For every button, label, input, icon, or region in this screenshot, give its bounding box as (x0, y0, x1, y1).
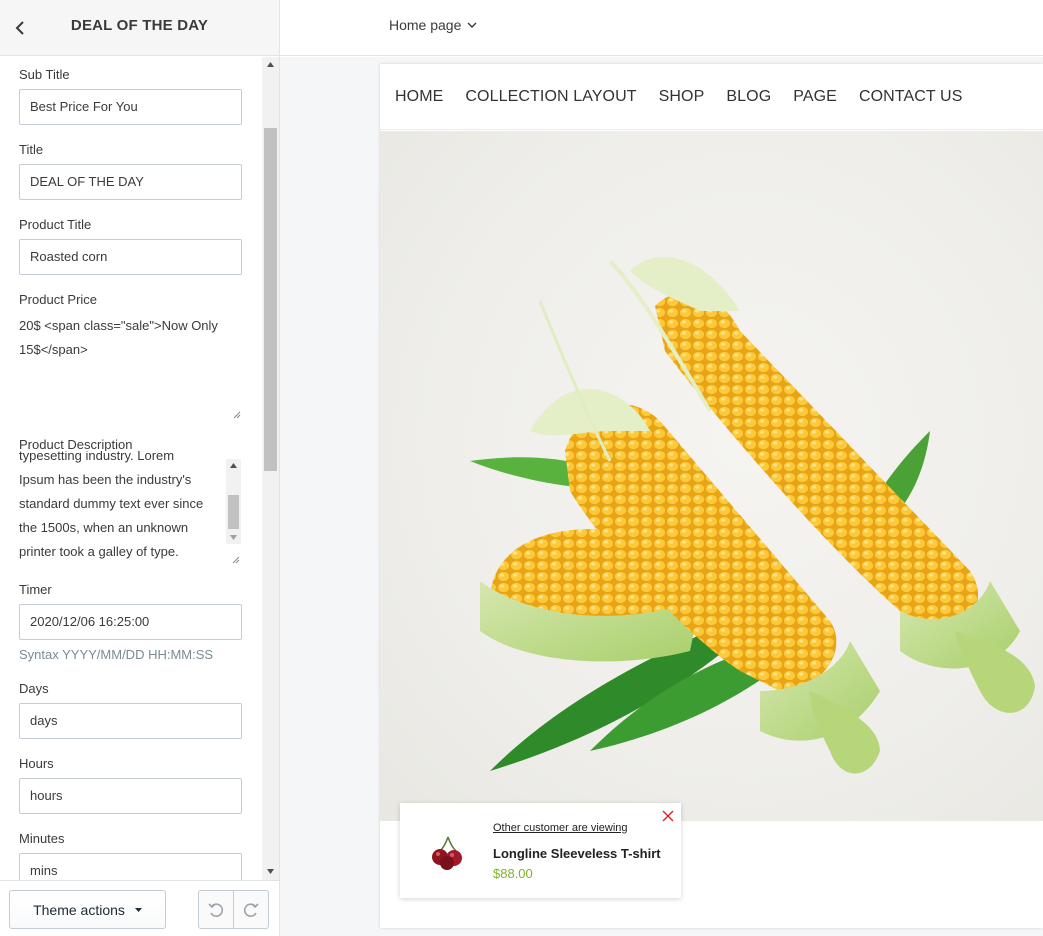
sidebar-title: DEAL OF THE DAY (70, 17, 209, 34)
title-input[interactable]: DEAL OF THE DAY (19, 164, 242, 200)
popup-viewing-link[interactable]: Other customer are viewing (493, 822, 628, 834)
timer-help-text: Syntax YYYY/MM/DD HH:MM:SS (19, 647, 214, 662)
product-price-line: 15$</span> (19, 342, 88, 357)
nav-item-contact-us[interactable]: CONTACT US (859, 88, 963, 106)
description-line: standard dummy text ever since (19, 496, 204, 511)
hero-banner (380, 131, 1043, 821)
scroll-up-icon[interactable] (230, 463, 237, 468)
description-line: typesetting industry. Lorem (19, 451, 175, 463)
popup-product-name[interactable]: Longline Sleeveless T-shirt (493, 846, 661, 861)
sidebar-scrollbar[interactable] (262, 57, 279, 880)
settings-form: Sub Title Best Price For You Title DEAL … (0, 57, 262, 880)
settings-sidebar: DEAL OF THE DAY Sub Title Best Price For… (0, 0, 280, 936)
minutes-input[interactable]: mins (19, 853, 242, 880)
editor-topbar: Home page (280, 0, 1043, 56)
chevron-down-icon (467, 22, 477, 28)
sidebar-scroll-thumb[interactable] (264, 128, 277, 471)
description-scroll-thumb[interactable] (228, 495, 239, 529)
close-icon[interactable] (661, 809, 675, 823)
page-select-label: Home page (389, 17, 462, 33)
cherry-product-image[interactable] (426, 829, 470, 873)
description-line: Ipsum has been the industry's (19, 472, 192, 487)
timer-label: Timer (19, 582, 52, 597)
minutes-label: Minutes (19, 831, 65, 846)
product-price-label: Product Price (19, 292, 98, 307)
page-select-dropdown[interactable]: Home page (389, 17, 477, 33)
chevron-left-icon (15, 21, 24, 35)
description-line: printer took a galley of type. (19, 544, 179, 559)
nav-item-page[interactable]: PAGE (793, 88, 837, 106)
product-price-line: 20$ <span class="sale">Now Only (19, 318, 218, 333)
undo-button[interactable] (199, 891, 234, 928)
scroll-down-button[interactable] (262, 864, 279, 878)
sub-title-input[interactable]: Best Price For You (19, 89, 242, 125)
hours-input[interactable]: hours (19, 778, 242, 814)
description-line: the 1500s, when an unknown (19, 520, 189, 535)
product-description-label: Product Description (19, 437, 133, 452)
storefront-preview: HOME COLLECTION LAYOUT SHOP BLOG PAGE CO… (380, 64, 1043, 928)
scroll-down-icon[interactable] (230, 535, 237, 540)
title-label: Title (19, 142, 44, 157)
popup-product-price: $88.00 (493, 866, 533, 881)
scroll-up-icon (267, 61, 274, 67)
product-description-textarea[interactable]: typesetting industry. Lorem Ipsum has be… (19, 451, 242, 566)
theme-actions-label: Theme actions (33, 901, 125, 918)
product-price-textarea[interactable]: 20$ <span class="sale">Now Only 15$</spa… (19, 314, 242, 421)
timer-input[interactable]: 2020/12/06 16:25:00 (19, 604, 242, 640)
nav-item-home[interactable]: HOME (395, 88, 443, 106)
caret-down-icon (134, 907, 142, 912)
corn-image (470, 256, 1035, 774)
resize-grip-icon[interactable] (232, 556, 240, 564)
nav-item-collection-layout[interactable]: COLLECTION LAYOUT (465, 88, 636, 106)
main-navigation: HOME COLLECTION LAYOUT SHOP BLOG PAGE CO… (380, 64, 1043, 130)
product-title-input[interactable]: Roasted corn (19, 239, 242, 275)
scroll-up-button[interactable] (262, 57, 279, 71)
scroll-down-icon (267, 868, 274, 874)
back-button[interactable] (8, 14, 32, 42)
nav-item-shop[interactable]: SHOP (659, 88, 705, 106)
nav-item-blog[interactable]: BLOG (726, 88, 771, 106)
hours-label: Hours (19, 756, 54, 771)
sidebar-footer: Theme actions (0, 880, 279, 936)
description-scrollbar[interactable] (226, 459, 241, 544)
redo-button[interactable] (234, 891, 269, 928)
redo-icon (243, 902, 259, 917)
resize-grip-icon[interactable] (233, 411, 241, 419)
days-label: Days (19, 681, 49, 696)
undo-icon (208, 902, 223, 917)
undo-redo-group (198, 890, 269, 929)
sidebar-header: DEAL OF THE DAY (0, 0, 279, 56)
recent-viewing-popup: Other customer are viewing Longline Slee… (400, 803, 681, 898)
sub-title-label: Sub Title (19, 67, 70, 82)
theme-actions-button[interactable]: Theme actions (9, 890, 166, 929)
product-title-label: Product Title (19, 217, 92, 232)
days-input[interactable]: days (19, 703, 242, 739)
